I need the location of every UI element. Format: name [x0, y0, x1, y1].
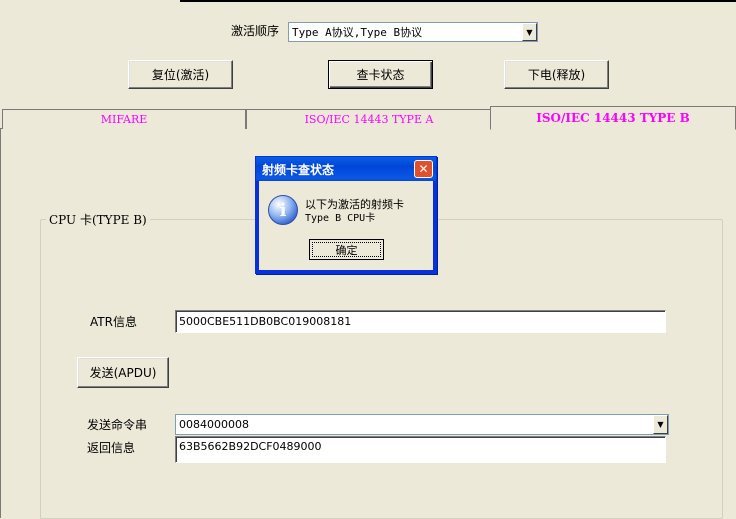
command-select[interactable]: 0084000008 ▼ [175, 414, 669, 435]
response-label: 返回信息 [87, 441, 136, 455]
top-frame-line [180, 0, 736, 2]
send-apdu-button[interactable]: 发送(APDU) [77, 357, 169, 388]
activation-order-label: 激活顺序 [231, 24, 280, 38]
dialog-message-line2: Type B CPU卡 [305, 213, 376, 224]
reset-activate-button[interactable]: 复位(激活) [128, 60, 233, 89]
status-dialog: 射频卡查状态 ✕ i 以下为激活的射频卡 Type B CPU卡 确定 [255, 156, 437, 274]
tab-mifare[interactable]: MIFARE [2, 109, 246, 129]
atr-label: ATR信息 [90, 315, 137, 329]
atr-field[interactable]: 5000CBE511DB0BC019008181 [175, 310, 666, 333]
dropdown-arrow-icon[interactable]: ▼ [522, 23, 537, 41]
activation-order-select[interactable]: Type A协议,Type B协议 ▼ [288, 22, 538, 42]
tab-iso14443-type-a[interactable]: ISO/IEC 14443 TYPE A [246, 109, 492, 129]
cpu-card-group-title: CPU 卡(TYPE B) [46, 211, 150, 228]
response-field[interactable]: 63B5662B92DCF0489000 [175, 436, 666, 463]
dialog-titlebar[interactable]: 射频卡查状态 [256, 157, 436, 181]
info-icon: i [268, 195, 298, 225]
tab-iso14443-type-b[interactable]: ISO/IEC 14443 TYPE B [490, 106, 736, 130]
check-card-status-button[interactable]: 查卡状态 [328, 60, 433, 89]
dialog-ok-button[interactable]: 确定 [309, 239, 384, 260]
dialog-title: 射频卡查状态 [262, 162, 335, 177]
dropdown-arrow-icon[interactable]: ▼ [653, 415, 668, 434]
close-icon[interactable]: ✕ [414, 160, 433, 178]
activation-order-value: Type A协议,Type B协议 [292, 26, 423, 39]
power-off-release-button[interactable]: 下电(释放) [504, 60, 609, 89]
command-value: 0084000008 [179, 418, 249, 431]
command-label: 发送命令串 [87, 418, 148, 432]
